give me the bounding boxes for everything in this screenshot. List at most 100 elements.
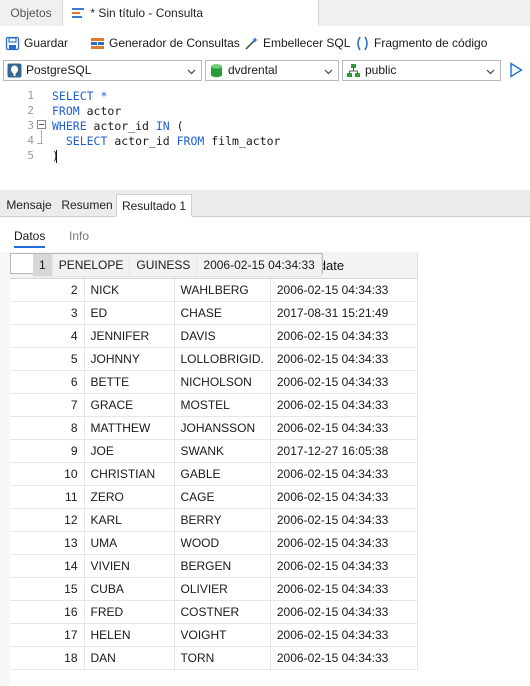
cell-last-update[interactable]: 2006-02-15 04:34:33 (270, 279, 418, 302)
fold-toggle[interactable] (37, 120, 46, 129)
cell-last-update[interactable]: 2017-08-31 15:21:49 (270, 301, 418, 325)
cell-first-name[interactable]: ED (84, 301, 175, 325)
cell-last-name[interactable]: NICHOLSON (174, 370, 271, 394)
cell-first-name[interactable]: FRED (84, 600, 175, 624)
cell-last-name[interactable]: GUINESS (129, 254, 198, 277)
sql-editor[interactable]: 12345 SELECT * FROM actor WHERE actor_id I… (0, 86, 530, 190)
cell-actor-id[interactable]: 9 (10, 439, 85, 463)
table-row[interactable]: 9 JOE SWANK 2017-12-27 16:05:38 (10, 439, 418, 463)
cell-last-update[interactable]: 2006-02-15 04:34:33 (196, 254, 322, 277)
table-row[interactable]: 13 UMA WOOD 2006-02-15 04:34:33 (10, 531, 418, 555)
cell-last-name[interactable]: LOLLOBRIGID. (174, 347, 271, 371)
cell-last-update[interactable]: 2006-02-15 04:34:33 (270, 577, 418, 601)
cell-last-name[interactable]: WOOD (174, 531, 271, 555)
cell-first-name[interactable]: JOE (84, 439, 175, 463)
cell-actor-id[interactable]: 1 (33, 254, 53, 277)
cell-last-name[interactable]: OLIVIER (174, 577, 271, 601)
cell-last-name[interactable]: JOHANSSON (174, 416, 271, 440)
run-button[interactable] (509, 62, 523, 81)
cell-first-name[interactable]: MATTHEW (84, 416, 175, 440)
tab-message[interactable]: Mensaje (0, 194, 58, 216)
tab-data[interactable]: Datos (14, 229, 46, 248)
cell-first-name[interactable]: BETTE (84, 370, 175, 394)
table-row[interactable]: 6 BETTE NICHOLSON 2006-02-15 04:34:33 (10, 370, 418, 394)
cell-actor-id[interactable]: 2 (10, 279, 85, 302)
cell-last-update[interactable]: 2017-12-27 16:05:38 (270, 439, 418, 463)
cell-last-update[interactable]: 2006-02-15 04:34:33 (270, 324, 418, 348)
cell-last-name[interactable]: COSTNER (174, 600, 271, 624)
tab-query[interactable]: * Sin título - Consulta (63, 0, 319, 26)
cell-last-name[interactable]: WAHLBERG (174, 279, 271, 302)
table-row[interactable]: 10 CHRISTIAN GABLE 2006-02-15 04:34:33 (10, 462, 418, 486)
save-button[interactable]: Guardar (5, 34, 68, 52)
cell-last-update[interactable]: 2006-02-15 04:34:33 (270, 554, 418, 578)
cell-last-update[interactable]: 2006-02-15 04:34:33 (270, 531, 418, 555)
query-builder-button[interactable]: Generador de Consultas (90, 34, 240, 52)
beautify-sql-button[interactable]: Embellecer SQL (244, 34, 350, 52)
cell-first-name[interactable]: JOHNNY (84, 347, 175, 371)
table-row[interactable]: 11 ZERO CAGE 2006-02-15 04:34:33 (10, 485, 418, 509)
cell-last-update[interactable]: 2006-02-15 04:34:33 (270, 508, 418, 532)
database-select[interactable]: dvdrental (205, 60, 339, 81)
cell-first-name[interactable]: UMA (84, 531, 175, 555)
cell-actor-id[interactable]: 5 (10, 347, 85, 371)
table-row[interactable]: 4 JENNIFER DAVIS 2006-02-15 04:34:33 (10, 324, 418, 348)
table-row[interactable]: 1 PENELOPE GUINESS 2006-02-15 04:34:33 (10, 253, 323, 277)
cell-last-update[interactable]: 2006-02-15 04:34:33 (270, 416, 418, 440)
table-row[interactable]: 3 ED CHASE 2017-08-31 15:21:49 (10, 301, 418, 325)
cell-first-name[interactable]: KARL (84, 508, 175, 532)
cell-first-name[interactable]: CHRISTIAN (84, 462, 175, 486)
tab-objects[interactable]: Objetos (0, 0, 63, 26)
cell-last-update[interactable]: 2006-02-15 04:34:33 (270, 485, 418, 509)
cell-first-name[interactable]: DAN (84, 646, 175, 670)
cell-first-name[interactable]: CUBA (84, 577, 175, 601)
cell-first-name[interactable]: VIVIEN (84, 554, 175, 578)
cell-last-name[interactable]: GABLE (174, 462, 271, 486)
table-row[interactable]: 16 FRED COSTNER 2006-02-15 04:34:33 (10, 600, 418, 624)
cell-actor-id[interactable]: 18 (10, 646, 85, 670)
table-row[interactable]: 8 MATTHEW JOHANSSON 2006-02-15 04:34:33 (10, 416, 418, 440)
cell-first-name[interactable]: ZERO (84, 485, 175, 509)
cell-actor-id[interactable]: 3 (10, 301, 85, 325)
cell-first-name[interactable]: HELEN (84, 623, 175, 647)
table-row[interactable]: 18 DAN TORN 2006-02-15 04:34:33 (10, 646, 418, 670)
cell-last-name[interactable]: MOSTEL (174, 393, 271, 417)
cell-actor-id[interactable]: 15 (10, 577, 85, 601)
cell-first-name[interactable]: JENNIFER (84, 324, 175, 348)
cell-actor-id[interactable]: 16 (10, 600, 85, 624)
cell-actor-id[interactable]: 6 (10, 370, 85, 394)
connection-select[interactable]: PostgreSQL (3, 60, 202, 81)
cell-actor-id[interactable]: 7 (10, 393, 85, 417)
cell-last-name[interactable]: CHASE (174, 301, 271, 325)
cell-last-name[interactable]: BERRY (174, 508, 271, 532)
cell-last-name[interactable]: BERGEN (174, 554, 271, 578)
cell-actor-id[interactable]: 8 (10, 416, 85, 440)
cell-last-update[interactable]: 2006-02-15 04:34:33 (270, 646, 418, 670)
table-row[interactable]: 5 JOHNNY LOLLOBRIGID. 2006-02-15 04:34:33 (10, 347, 418, 371)
cell-actor-id[interactable]: 17 (10, 623, 85, 647)
table-row[interactable]: 17 HELEN VOIGHT 2006-02-15 04:34:33 (10, 623, 418, 647)
cell-actor-id[interactable]: 12 (10, 508, 85, 532)
cell-first-name[interactable]: PENELOPE (52, 254, 131, 277)
cell-last-update[interactable]: 2006-02-15 04:34:33 (270, 623, 418, 647)
cell-last-update[interactable]: 2006-02-15 04:34:33 (270, 600, 418, 624)
cell-last-name[interactable]: VOIGHT (174, 623, 271, 647)
cell-last-update[interactable]: 2006-02-15 04:34:33 (270, 393, 418, 417)
tab-info[interactable]: Info (69, 229, 89, 243)
table-row[interactable]: 12 KARL BERRY 2006-02-15 04:34:33 (10, 508, 418, 532)
cell-actor-id[interactable]: 14 (10, 554, 85, 578)
table-row[interactable]: 7 GRACE MOSTEL 2006-02-15 04:34:33 (10, 393, 418, 417)
cell-last-name[interactable]: SWANK (174, 439, 271, 463)
cell-actor-id[interactable]: 4 (10, 324, 85, 348)
tab-summary[interactable]: Resumen (58, 194, 116, 216)
cell-last-name[interactable]: TORN (174, 646, 271, 670)
cell-last-name[interactable]: DAVIS (174, 324, 271, 348)
cell-first-name[interactable]: NICK (84, 279, 175, 302)
code-snippet-button[interactable]: Fragmento de código (355, 34, 487, 52)
tab-result-1[interactable]: Resultado 1 (116, 194, 192, 217)
cell-actor-id[interactable]: 11 (10, 485, 85, 509)
table-row[interactable]: 2 NICK WAHLBERG 2006-02-15 04:34:33 (10, 279, 418, 302)
table-row[interactable]: 14 VIVIEN BERGEN 2006-02-15 04:34:33 (10, 554, 418, 578)
cell-actor-id[interactable]: 10 (10, 462, 85, 486)
schema-select[interactable]: public (342, 60, 501, 81)
